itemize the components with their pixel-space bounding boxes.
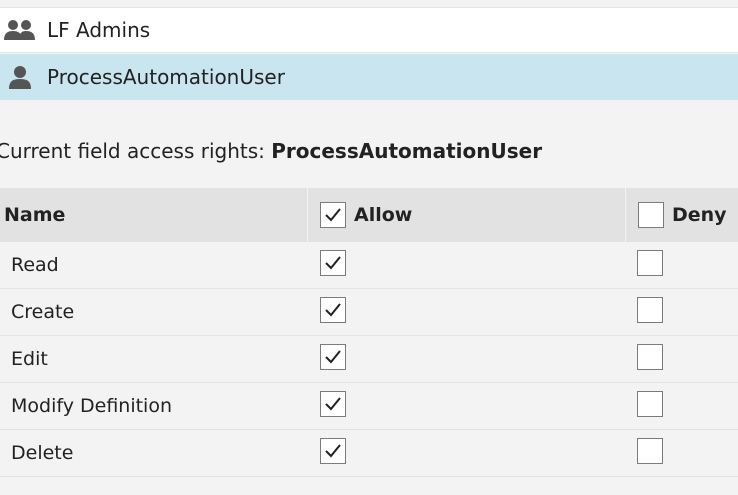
column-header-allow: Allow [307, 188, 412, 242]
table-row: Edit [0, 336, 738, 383]
allow-checkbox[interactable] [320, 391, 346, 417]
deny-all-checkbox[interactable] [638, 202, 664, 228]
user-icon [3, 64, 39, 90]
allow-header-label: Allow [354, 204, 413, 226]
right-name: Delete [11, 442, 74, 464]
deny-checkbox[interactable] [637, 391, 663, 417]
principal-label: ProcessAutomationUser [47, 65, 285, 89]
deny-header-label: Deny [672, 204, 727, 226]
deny-checkbox[interactable] [637, 297, 663, 323]
allow-checkbox[interactable] [320, 344, 346, 370]
table-row: Read [0, 242, 738, 289]
table-row: Modify Definition [0, 383, 738, 430]
right-name: Edit [11, 348, 48, 370]
allow-all-checkbox[interactable] [320, 202, 346, 228]
right-name: Read [11, 254, 59, 276]
column-header-deny: Deny [625, 188, 727, 242]
rights-table: Name Allow Deny Read Create Edit Modify … [0, 188, 738, 477]
group-icon [3, 17, 39, 43]
table-header: Name Allow Deny [0, 188, 738, 242]
deny-checkbox[interactable] [637, 250, 663, 276]
allow-checkbox[interactable] [320, 438, 346, 464]
deny-checkbox[interactable] [637, 438, 663, 464]
allow-checkbox[interactable] [320, 297, 346, 323]
right-name: Modify Definition [11, 395, 172, 417]
rights-title-prefix: Current field access rights: [0, 139, 272, 163]
access-rights-panel: LF Admins ProcessAutomationUser Current … [0, 0, 738, 495]
rights-title: Current field access rights: ProcessAuto… [0, 139, 542, 163]
principal-label: LF Admins [47, 18, 151, 42]
principal-item-lf-admins[interactable]: LF Admins [0, 7, 738, 53]
table-row: Create [0, 289, 738, 336]
principal-item-processautomationuser[interactable]: ProcessAutomationUser [0, 54, 738, 100]
allow-checkbox[interactable] [320, 250, 346, 276]
right-name: Create [11, 301, 75, 323]
deny-checkbox[interactable] [637, 344, 663, 370]
table-row: Delete [0, 430, 738, 477]
column-header-name: Name [4, 204, 66, 226]
rights-title-user: ProcessAutomationUser [271, 139, 543, 163]
